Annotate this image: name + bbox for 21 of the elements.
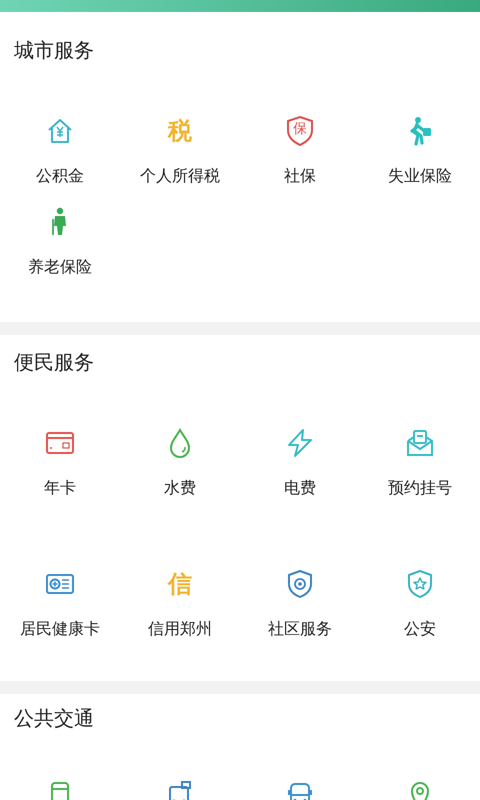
service-label[interactable]: 公积金 xyxy=(36,167,84,185)
service-label[interactable]: 失业保险 xyxy=(388,167,452,185)
service-label[interactable]: 养老保险 xyxy=(28,258,92,276)
service-label[interactable]: 水费 xyxy=(164,479,196,497)
service-label[interactable]: 公安 xyxy=(404,620,436,638)
section-title: 便民服务 xyxy=(14,350,95,374)
service-label[interactable]: 信用郑州 xyxy=(148,620,212,638)
glyph-icon: 信 xyxy=(168,568,192,600)
service-label[interactable]: 电费 xyxy=(284,479,316,497)
section-title: 公共交通 xyxy=(14,706,95,730)
service-label[interactable]: 年卡 xyxy=(44,479,76,497)
section-title: 城市服务 xyxy=(14,38,95,62)
shield-icon xyxy=(284,115,316,147)
shield-glyph: 保 xyxy=(293,122,307,136)
envelope-icon xyxy=(404,427,436,459)
glyph-icon: 税 xyxy=(168,115,192,147)
service-label[interactable]: 个人所得税 xyxy=(140,167,220,185)
service-label[interactable]: 居民健康卡 xyxy=(20,620,100,638)
service-label[interactable]: 社区服务 xyxy=(268,620,332,638)
service-label[interactable]: 社保 xyxy=(284,167,316,185)
service-label[interactable]: 预约挂号 xyxy=(388,479,452,497)
